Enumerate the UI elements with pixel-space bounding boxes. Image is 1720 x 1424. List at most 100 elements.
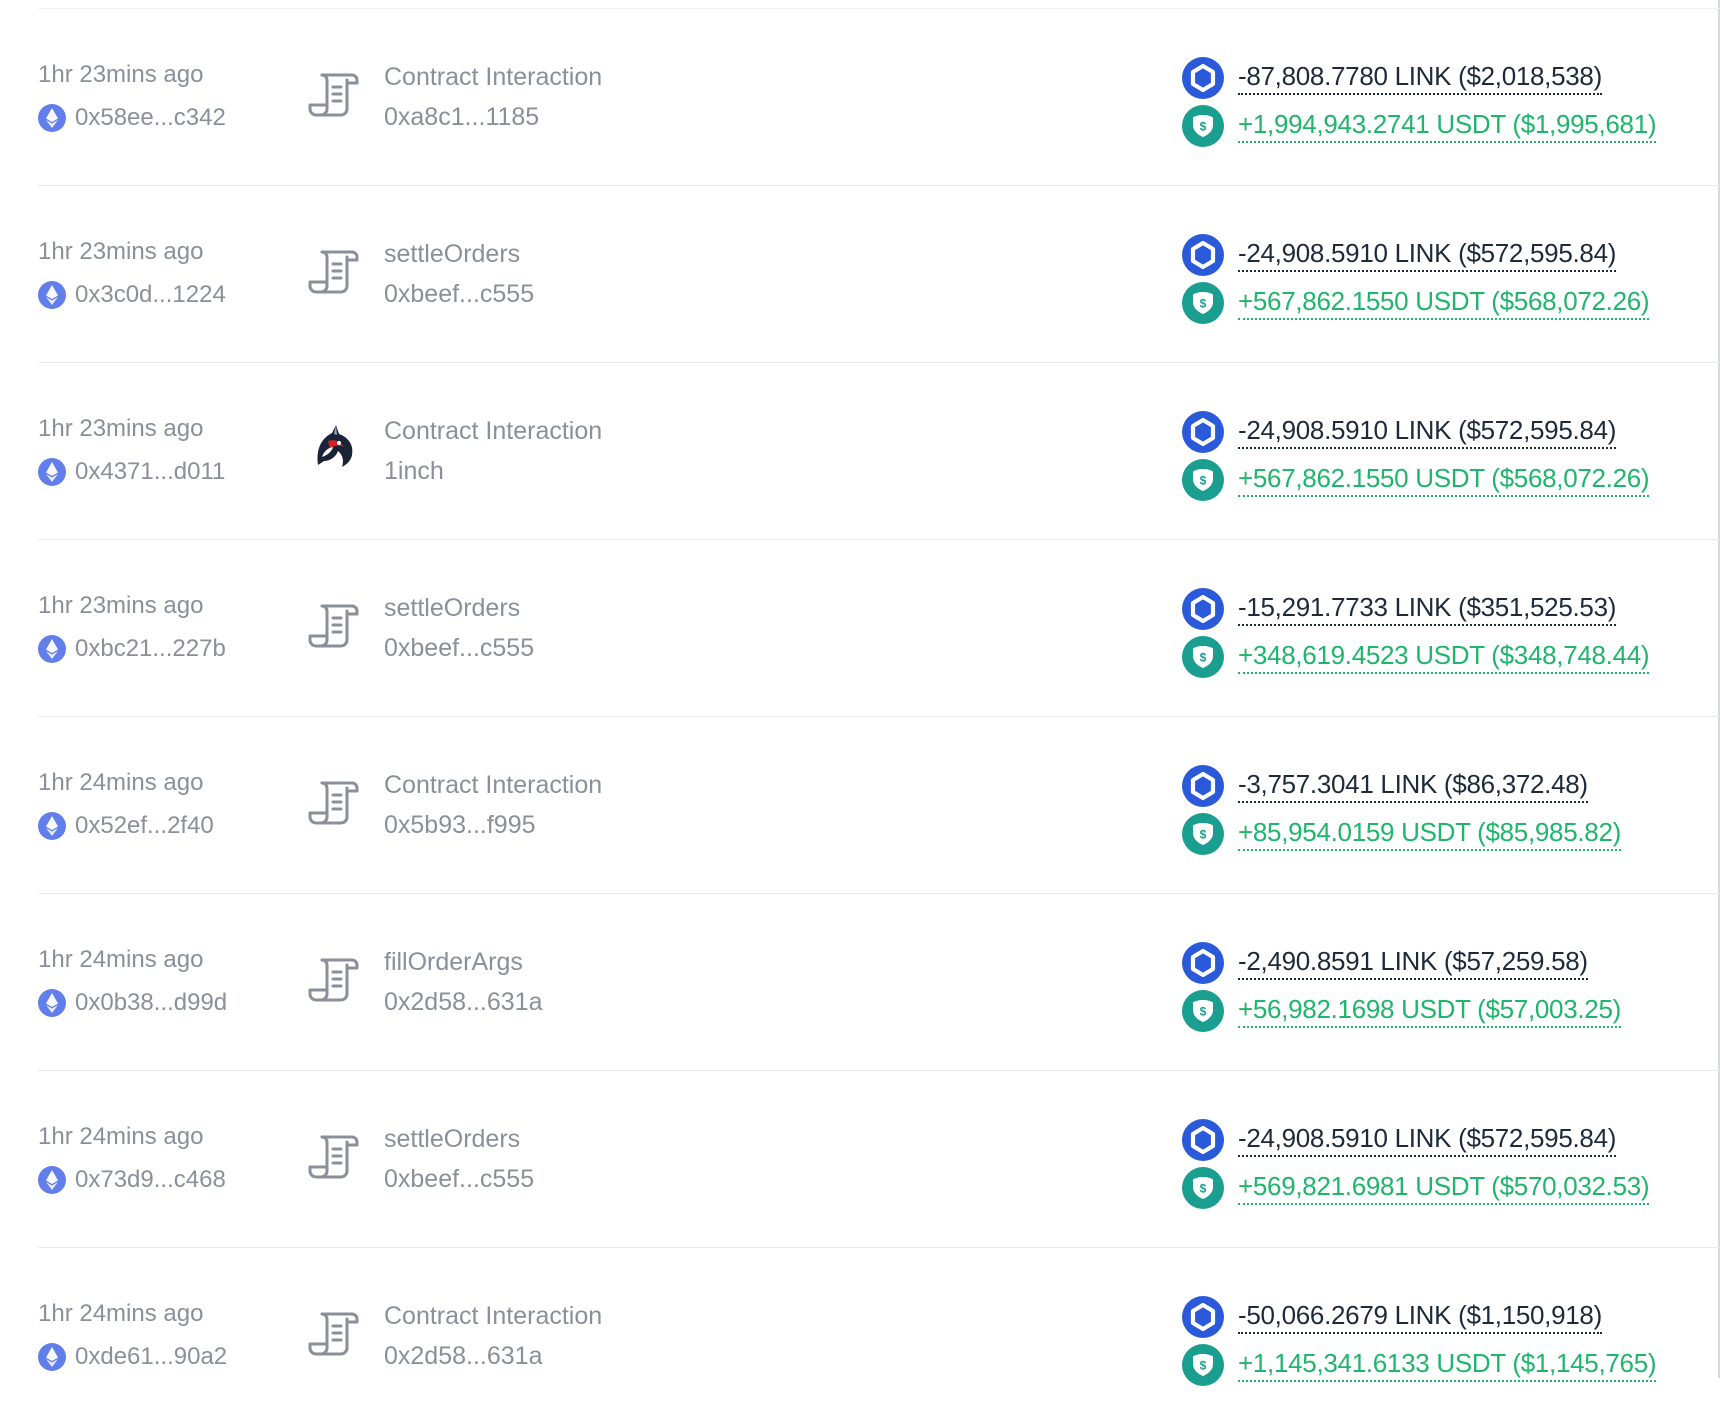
- tx-contract-link[interactable]: 0x5b93...f995: [384, 811, 536, 840]
- transaction-row: 1hr 23mins ago 0x3c0d...1224 settleOrder…: [38, 185, 1720, 362]
- token-in-line: $ +567,862.1550 USDT ($568,072.26): [1182, 459, 1650, 501]
- tx-time: 1hr 23mins ago: [38, 61, 204, 88]
- chainlink-icon: [1182, 1119, 1224, 1161]
- tx-from-address[interactable]: 0x73d9...c468: [38, 1166, 226, 1194]
- svg-text:$: $: [1200, 651, 1207, 665]
- tx-contract-link[interactable]: 0xbeef...c555: [384, 280, 534, 309]
- chainlink-icon: [1182, 234, 1224, 276]
- tx-time: 1hr 24mins ago: [38, 1123, 204, 1150]
- tx-from-address-label: 0xbc21...227b: [75, 635, 226, 662]
- token-out-amount[interactable]: -15,291.7733 LINK ($351,525.53): [1238, 592, 1616, 626]
- svg-text:$: $: [1200, 1182, 1207, 1196]
- tx-from-address[interactable]: 0xde61...90a2: [38, 1343, 227, 1371]
- svg-text:$: $: [1200, 297, 1207, 311]
- 1inch-unicorn-icon: [306, 421, 362, 477]
- tx-contract-link[interactable]: 0x2d58...631a: [384, 1342, 542, 1371]
- tx-time: 1hr 23mins ago: [38, 415, 204, 442]
- chainlink-icon: [1182, 411, 1224, 453]
- usdt-icon: $: [1182, 1344, 1224, 1386]
- chainlink-icon: [1182, 765, 1224, 807]
- tx-from-address-label: 0x0b38...d99d: [75, 989, 228, 1016]
- ethereum-icon: [38, 635, 66, 663]
- chainlink-icon: [1182, 1296, 1224, 1338]
- tx-time: 1hr 24mins ago: [38, 769, 204, 796]
- tx-method: Contract Interaction: [384, 63, 603, 91]
- token-in-amount[interactable]: +567,862.1550 USDT ($568,072.26): [1238, 286, 1650, 320]
- transaction-row: 1hr 23mins ago 0x58ee...c342 Contract In…: [38, 8, 1720, 185]
- token-in-amount[interactable]: +85,954.0159 USDT ($85,985.82): [1238, 817, 1621, 851]
- tx-from-address-label: 0x58ee...c342: [75, 104, 226, 131]
- scroll-contract-icon: [306, 67, 362, 123]
- token-out-amount[interactable]: -24,908.5910 LINK ($572,595.84): [1238, 1123, 1616, 1157]
- tx-method: settleOrders: [384, 1125, 521, 1153]
- transaction-row: 1hr 23mins ago 0x4371...d011 Contract In…: [38, 362, 1720, 539]
- token-out-amount[interactable]: -87,808.7780 LINK ($2,018,538): [1238, 61, 1602, 95]
- tx-contract-link[interactable]: 0xa8c1...1185: [384, 103, 539, 132]
- tx-from-address-label: 0x3c0d...1224: [75, 281, 226, 308]
- scroll-contract-icon: [306, 1129, 362, 1185]
- token-in-amount[interactable]: +348,619.4523 USDT ($348,748.44): [1238, 640, 1650, 674]
- transaction-row: 1hr 24mins ago 0x0b38...d99d fillOrderAr…: [38, 893, 1720, 1070]
- tx-from-address[interactable]: 0x58ee...c342: [38, 104, 226, 132]
- tx-time: 1hr 24mins ago: [38, 946, 204, 973]
- chainlink-icon: [1182, 57, 1224, 99]
- transaction-list: 1hr 23mins ago 0x58ee...c342 Contract In…: [38, 8, 1720, 1424]
- transaction-row: 1hr 23mins ago 0xbc21...227b settleOrder…: [38, 539, 1720, 716]
- tx-time: 1hr 23mins ago: [38, 592, 204, 619]
- tx-from-address[interactable]: 0x3c0d...1224: [38, 281, 226, 309]
- tx-from-address-label: 0x73d9...c468: [75, 1166, 226, 1193]
- tx-contract-link[interactable]: 0xbeef...c555: [384, 634, 534, 663]
- token-in-amount[interactable]: +56,982.1698 USDT ($57,003.25): [1238, 994, 1621, 1028]
- token-out-line: -15,291.7733 LINK ($351,525.53): [1182, 588, 1616, 630]
- usdt-icon: $: [1182, 636, 1224, 678]
- ethereum-icon: [38, 812, 66, 840]
- tx-from-address[interactable]: 0x52ef...2f40: [38, 812, 214, 840]
- tx-contract-link[interactable]: 1inch: [384, 457, 444, 486]
- ethereum-icon: [38, 989, 66, 1017]
- tx-from-address-label: 0x52ef...2f40: [75, 812, 214, 839]
- tx-from-address[interactable]: 0x0b38...d99d: [38, 989, 227, 1017]
- tx-method: Contract Interaction: [384, 417, 603, 445]
- token-out-amount[interactable]: -3,757.3041 LINK ($86,372.48): [1238, 769, 1588, 803]
- token-in-line: $ +569,821.6981 USDT ($570,032.53): [1182, 1167, 1650, 1209]
- token-in-amount[interactable]: +567,862.1550 USDT ($568,072.26): [1238, 463, 1650, 497]
- scroll-contract-icon: [306, 775, 362, 831]
- tx-time: 1hr 23mins ago: [38, 238, 204, 265]
- token-out-amount[interactable]: -50,066.2679 LINK ($1,150,918): [1238, 1300, 1602, 1334]
- token-out-line: -87,808.7780 LINK ($2,018,538): [1182, 57, 1602, 99]
- tx-time: 1hr 24mins ago: [38, 1300, 204, 1327]
- chainlink-icon: [1182, 942, 1224, 984]
- token-in-line: $ +85,954.0159 USDT ($85,985.82): [1182, 813, 1621, 855]
- ethereum-icon: [38, 104, 66, 132]
- scroll-contract-icon: [306, 244, 362, 300]
- token-out-amount[interactable]: -24,908.5910 LINK ($572,595.84): [1238, 238, 1616, 272]
- ethereum-icon: [38, 281, 66, 309]
- ethereum-icon: [38, 1343, 66, 1371]
- svg-text:$: $: [1200, 120, 1207, 134]
- token-in-amount[interactable]: +1,145,341.6133 USDT ($1,145,765): [1238, 1348, 1657, 1382]
- token-in-line: $ +1,994,943.2741 USDT ($1,995,681): [1182, 105, 1657, 147]
- svg-text:$: $: [1200, 1359, 1207, 1373]
- chainlink-icon: [1182, 588, 1224, 630]
- token-out-line: -3,757.3041 LINK ($86,372.48): [1182, 765, 1588, 807]
- tx-method: settleOrders: [384, 594, 521, 622]
- token-out-amount[interactable]: -24,908.5910 LINK ($572,595.84): [1238, 415, 1616, 449]
- tx-from-address-label: 0x4371...d011: [75, 458, 226, 485]
- scroll-contract-icon: [306, 952, 362, 1008]
- tx-method: settleOrders: [384, 240, 521, 268]
- token-in-amount[interactable]: +1,994,943.2741 USDT ($1,995,681): [1238, 109, 1657, 143]
- ethereum-icon: [38, 458, 66, 486]
- tx-contract-link[interactable]: 0x2d58...631a: [384, 988, 542, 1017]
- usdt-icon: $: [1182, 990, 1224, 1032]
- token-out-amount[interactable]: -2,490.8591 LINK ($57,259.58): [1238, 946, 1588, 980]
- tx-method: Contract Interaction: [384, 771, 603, 799]
- token-out-line: -24,908.5910 LINK ($572,595.84): [1182, 234, 1616, 276]
- tx-from-address[interactable]: 0xbc21...227b: [38, 635, 226, 663]
- tx-contract-link[interactable]: 0xbeef...c555: [384, 1165, 534, 1194]
- token-in-amount[interactable]: +569,821.6981 USDT ($570,032.53): [1238, 1171, 1650, 1205]
- transaction-row: 1hr 24mins ago 0x73d9...c468 settleOrder…: [38, 1070, 1720, 1247]
- token-out-line: -24,908.5910 LINK ($572,595.84): [1182, 1119, 1616, 1161]
- svg-text:$: $: [1200, 828, 1207, 842]
- tx-from-address[interactable]: 0x4371...d011: [38, 458, 225, 486]
- usdt-icon: $: [1182, 813, 1224, 855]
